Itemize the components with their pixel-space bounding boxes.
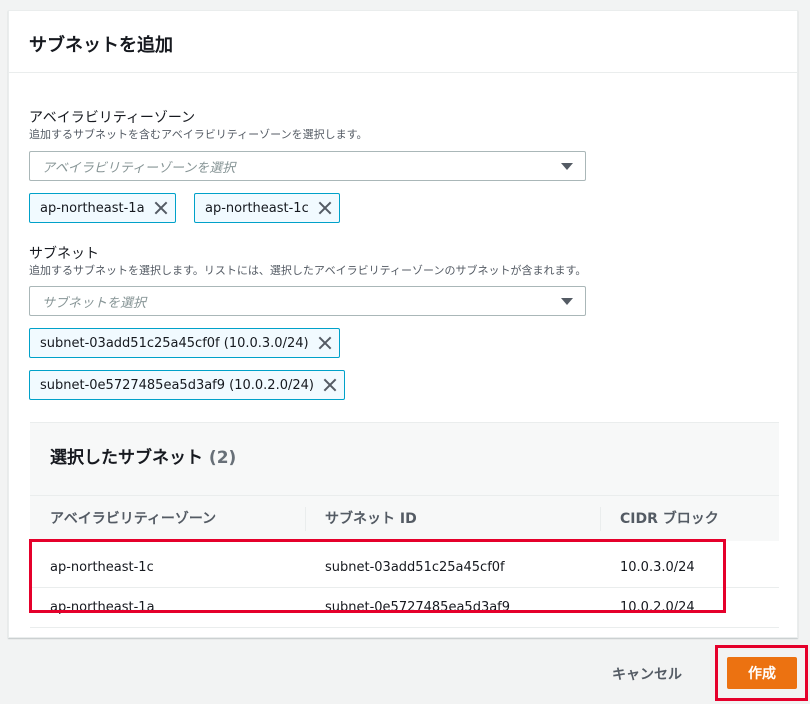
subnet-token-label: subnet-03add51c25a45cf0f (10.0.3.0/24) <box>40 335 309 351</box>
cell-az: ap-northeast-1c <box>50 560 154 575</box>
cell-subnet-id: subnet-03add51c25a45cf0f <box>325 560 505 575</box>
az-select-placeholder: アベイラビリティーゾーンを選択 <box>42 160 236 176</box>
cell-subnet-id: subnet-0e5727485ea5d3af9 <box>325 600 511 615</box>
az-token: ap-northeast-1c <box>194 193 340 223</box>
create-button[interactable]: 作成 <box>727 657 797 689</box>
table-row: ap-northeast-1c subnet-03add51c25a45cf0f… <box>30 548 779 588</box>
table-title-text: 選択したサブネット <box>50 448 203 468</box>
az-field-description: 追加するサブネットを含むアベイラビリティーゾーンを選択します。 <box>29 128 368 141</box>
cell-az: ap-northeast-1a <box>50 600 155 615</box>
remove-token-icon[interactable] <box>322 377 338 393</box>
az-token: ap-northeast-1a <box>29 193 176 223</box>
subnet-field-label: サブネット <box>29 246 99 262</box>
az-select[interactable]: アベイラビリティーゾーンを選択 <box>29 151 586 181</box>
table-column-headers: アベイラビリティーゾーン サブネット ID CIDR ブロック <box>30 495 779 541</box>
table-count: (2) <box>208 448 237 468</box>
add-subnet-panel: サブネットを追加 アベイラビリティーゾーン 追加するサブネットを含むアベイラビリ… <box>8 10 798 638</box>
column-header-subnet-id[interactable]: サブネット ID <box>305 506 600 531</box>
subnet-token: subnet-03add51c25a45cf0f (10.0.3.0/24) <box>29 328 340 358</box>
caret-down-icon <box>561 162 573 170</box>
remove-token-icon[interactable] <box>153 200 169 216</box>
table-row: ap-northeast-1a subnet-0e5727485ea5d3af9… <box>30 588 779 628</box>
panel-header: サブネットを追加 <box>9 11 797 73</box>
panel-title: サブネットを追加 <box>29 35 173 56</box>
table-title: 選択したサブネット (2) <box>50 443 236 468</box>
column-header-cidr[interactable]: CIDR ブロック <box>600 506 779 531</box>
subnet-field-description: 追加するサブネットを選択します。リストには、選択したアベイラビリティーゾーンのサ… <box>29 264 587 277</box>
subnet-select-placeholder: サブネットを選択 <box>42 295 147 311</box>
cell-cidr: 10.0.3.0/24 <box>620 560 695 575</box>
subnet-field: サブネット 追加するサブネットを選択します。リストには、選択したアベイラビリティ… <box>29 245 586 278</box>
cancel-button[interactable]: キャンセル <box>612 664 682 684</box>
subnet-select[interactable]: サブネットを選択 <box>29 286 586 316</box>
column-header-az[interactable]: アベイラビリティーゾーン <box>30 507 305 531</box>
cell-cidr: 10.0.2.0/24 <box>620 600 695 615</box>
caret-down-icon <box>561 297 573 305</box>
az-field-label: アベイラビリティーゾーン <box>29 110 196 126</box>
selected-subnets-table: 選択したサブネット (2) アベイラビリティーゾーン サブネット ID CIDR… <box>30 422 779 628</box>
subnet-token: subnet-0e5727485ea5d3af9 (10.0.2.0/24) <box>29 370 345 400</box>
az-field: アベイラビリティーゾーン 追加するサブネットを含むアベイラビリティーゾーンを選択… <box>29 109 367 142</box>
az-token-label: ap-northeast-1a <box>40 200 145 216</box>
az-token-label: ap-northeast-1c <box>205 200 309 216</box>
remove-token-icon[interactable] <box>317 335 333 351</box>
remove-token-icon[interactable] <box>317 200 333 216</box>
subnet-token-label: subnet-0e5727485ea5d3af9 (10.0.2.0/24) <box>40 377 314 393</box>
